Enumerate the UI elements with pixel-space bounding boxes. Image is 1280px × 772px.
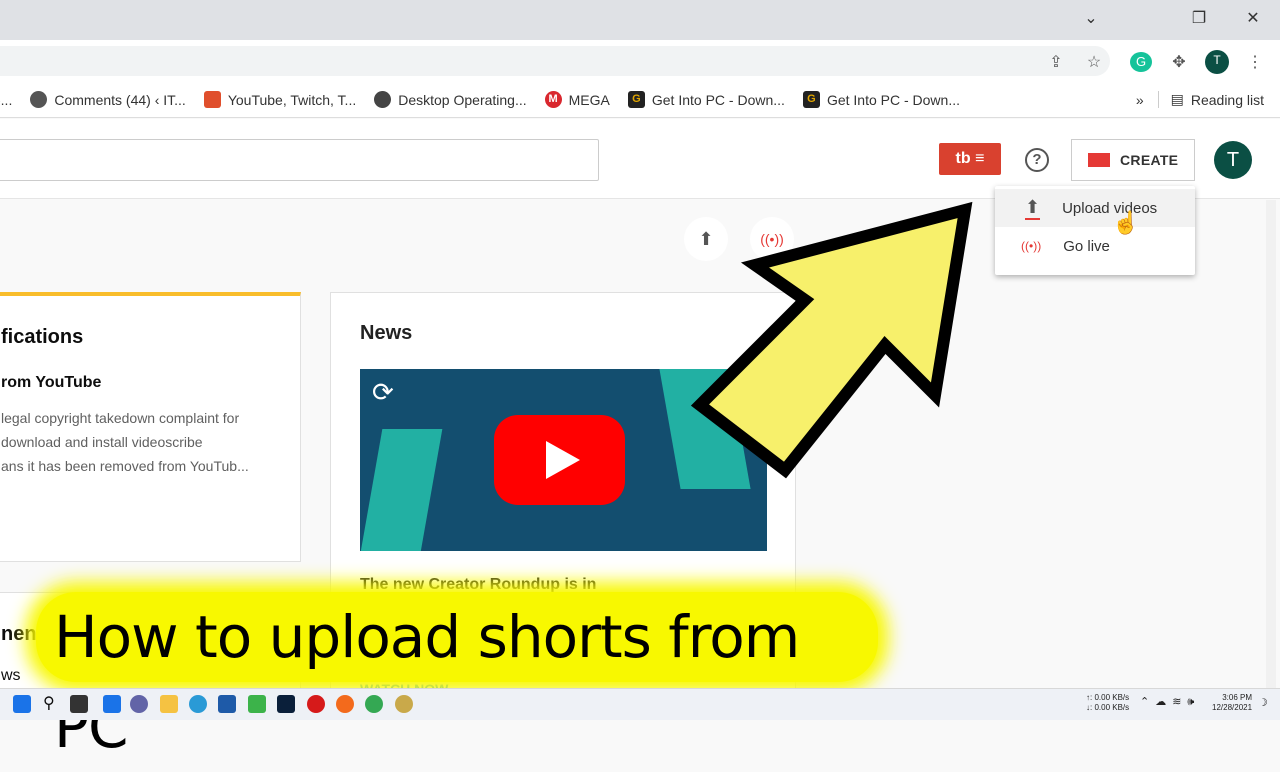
scrollbar[interactable]	[1266, 200, 1276, 688]
system-tray-icons[interactable]: ⌃☁≋🕪	[1140, 695, 1200, 709]
tubebuddy-button[interactable]: tb ≡	[939, 143, 1001, 175]
bookmark-favicon	[374, 91, 392, 108]
refresh-icon: ⟳	[372, 377, 394, 407]
help-icon[interactable]: ?	[1025, 148, 1049, 172]
camtasia-icon[interactable]	[248, 695, 266, 713]
bookmark[interactable]: M MEGA	[544, 91, 610, 108]
bookmark[interactable]: YouTube, Twitch, T...	[203, 91, 356, 108]
close-icon[interactable]: ✕	[1238, 8, 1268, 28]
notification-text[interactable]: legal copyright takedown complaint for d…	[1, 406, 249, 478]
app-icon[interactable]	[395, 695, 413, 713]
chrome-icon[interactable]	[365, 695, 383, 713]
reading-list-button[interactable]: ▤ Reading list	[1157, 91, 1264, 108]
search-icon[interactable]: ⚲	[43, 693, 55, 713]
widgets-icon[interactable]	[103, 695, 121, 713]
arrow-overlay	[690, 201, 973, 479]
star-icon[interactable]: ☆	[1083, 52, 1105, 72]
address-bar[interactable]	[0, 46, 1110, 76]
chat-icon[interactable]	[130, 695, 148, 713]
share-icon[interactable]: ⇪	[1045, 52, 1067, 72]
clock[interactable]: 3:06 PM 12/28/2021	[1212, 693, 1252, 713]
search-input[interactable]	[0, 139, 599, 181]
notifications-icon[interactable]: ☽	[1258, 696, 1268, 709]
menu-item-upload-videos[interactable]: ⬆ Upload videos	[995, 189, 1195, 227]
play-icon	[546, 441, 580, 479]
getintopc-icon: G	[802, 91, 820, 108]
restore-icon[interactable]: ❐	[1184, 8, 1214, 28]
avatar[interactable]: T	[1214, 141, 1252, 179]
menu-item-go-live[interactable]: ((•)) Go live	[995, 227, 1195, 265]
profile-avatar[interactable]: T	[1205, 50, 1229, 74]
opera-icon[interactable]	[307, 695, 325, 713]
create-button[interactable]: CREATE	[1071, 139, 1195, 181]
tab-search-icon[interactable]: ⌄	[1076, 8, 1106, 28]
start-icon[interactable]	[13, 695, 31, 713]
bookmark-favicon	[30, 91, 48, 108]
bookmark[interactable]: -...	[0, 92, 12, 108]
bookmarks-bar: -... Comments (44) ‹ IT... YouTube, Twit…	[0, 82, 1280, 118]
arrow-graphic	[360, 429, 443, 551]
store-icon[interactable]	[218, 695, 236, 713]
notifications-card: fications rom YouTube legal copyright ta…	[0, 292, 301, 562]
file-explorer-icon[interactable]	[160, 695, 178, 713]
upload-icon: ⬆	[1025, 197, 1041, 220]
mega-icon: M	[544, 91, 562, 108]
video-caption: How to upload shorts from PC	[36, 592, 878, 761]
live-icon: ((•))	[1021, 239, 1042, 253]
bookmark-favicon	[203, 91, 221, 108]
edge-icon[interactable]	[189, 695, 207, 713]
getintopc-icon: G	[627, 91, 645, 108]
video-camera-icon	[1088, 153, 1110, 167]
extensions-icon[interactable]: ✥	[1168, 52, 1190, 72]
network-speed: ↑: 0.00 KB/s ↓: 0.00 KB/s	[1086, 693, 1130, 712]
hand-cursor-icon: ☝	[1112, 210, 1140, 235]
photoshop-icon[interactable]	[277, 695, 295, 713]
bookmark[interactable]: Comments (44) ‹ IT...	[30, 91, 186, 108]
bookmark[interactable]: G Get Into PC - Down...	[802, 91, 960, 108]
create-menu: ⬆ Upload videos ((•)) Go live	[995, 186, 1195, 275]
bookmark[interactable]: G Get Into PC - Down...	[627, 91, 785, 108]
youtube-logo	[494, 415, 625, 505]
firefox-icon[interactable]	[336, 695, 354, 713]
more-bookmarks-button[interactable]: »	[1136, 92, 1144, 108]
grammarly-icon[interactable]: G	[1130, 52, 1152, 72]
reading-list-icon: ▤	[1170, 91, 1184, 107]
arrow-shape	[690, 201, 973, 479]
task-view-icon[interactable]	[70, 695, 88, 713]
bookmark[interactable]: Desktop Operating...	[374, 91, 527, 108]
menu-icon[interactable]: ⋮	[1244, 52, 1266, 72]
